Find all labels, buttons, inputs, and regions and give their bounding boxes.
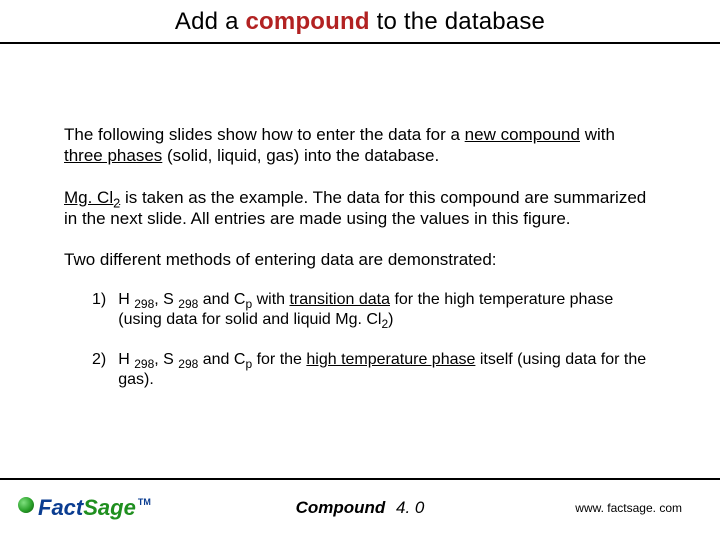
i1-sub2: 298 — [178, 297, 198, 311]
footer-rule — [0, 478, 720, 480]
footer-center: Compound 4. 0 — [0, 498, 720, 518]
p1-underline-1: new compound — [465, 125, 580, 144]
p2-compound: Mg. Cl2 — [64, 188, 120, 207]
list-number-1: 1) — [92, 290, 106, 330]
paragraph-1: The following slides show how to enter t… — [64, 124, 656, 167]
title-text-post: to the database — [370, 8, 545, 35]
p1-text-b: with — [580, 125, 615, 144]
p1-text-c: (solid, liquid, gas) into the database. — [162, 146, 439, 165]
i1-with: with — [252, 291, 289, 308]
body-text: The following slides show how to enter t… — [0, 52, 720, 390]
i2-s: , S — [154, 351, 178, 368]
footer-version: 4. 0 — [396, 498, 424, 517]
p1-text: The following slides show how to enter t… — [64, 125, 465, 144]
footer: FactSageTM Compound 4. 0 www. factsage. … — [0, 488, 720, 528]
i1-underline: transition data — [289, 291, 390, 308]
list-text-2: H 298, S 298 and Cp for the high tempera… — [118, 350, 656, 390]
i1-sub1: 298 — [134, 297, 154, 311]
slide: Add a compound to the database The follo… — [0, 0, 720, 540]
title-rule — [0, 42, 720, 44]
i2-sub2: 298 — [178, 357, 198, 371]
footer-compound-label: Compound — [296, 498, 386, 517]
list-item: 2) H 298, S 298 and Cp for the high temp… — [92, 350, 656, 390]
title-keyword: compound — [246, 8, 370, 35]
i2-sub1: 298 — [134, 357, 154, 371]
i1-c: and C — [198, 291, 245, 308]
p3-text: Two different methods of entering data a… — [64, 250, 497, 269]
paragraph-2: Mg. Cl2 is taken as the example. The dat… — [64, 187, 656, 230]
list-item: 1) H 298, S 298 and Cp with transition d… — [92, 290, 656, 330]
paragraph-3: Two different methods of entering data a… — [64, 249, 656, 270]
i2-h: H — [118, 351, 134, 368]
i2-underline: high temperature phase — [306, 351, 475, 368]
slide-title: Add a compound to the database — [0, 8, 720, 36]
i2-for: for the — [252, 351, 306, 368]
i1-h: H — [118, 291, 134, 308]
p1-underline-2: three phases — [64, 146, 162, 165]
title-area: Add a compound to the database — [0, 0, 720, 44]
i2-c: and C — [198, 351, 245, 368]
list-number-2: 2) — [92, 350, 106, 390]
p2-compound-name: Mg. Cl — [64, 188, 113, 207]
method-list: 1) H 298, S 298 and Cp with transition d… — [92, 290, 656, 390]
title-text-pre: Add a — [175, 8, 246, 35]
i1-close: ) — [388, 311, 393, 328]
i1-s: , S — [154, 291, 178, 308]
p2-text: is taken as the example. The data for th… — [64, 188, 646, 228]
list-text-1: H 298, S 298 and Cp with transition data… — [118, 290, 656, 330]
